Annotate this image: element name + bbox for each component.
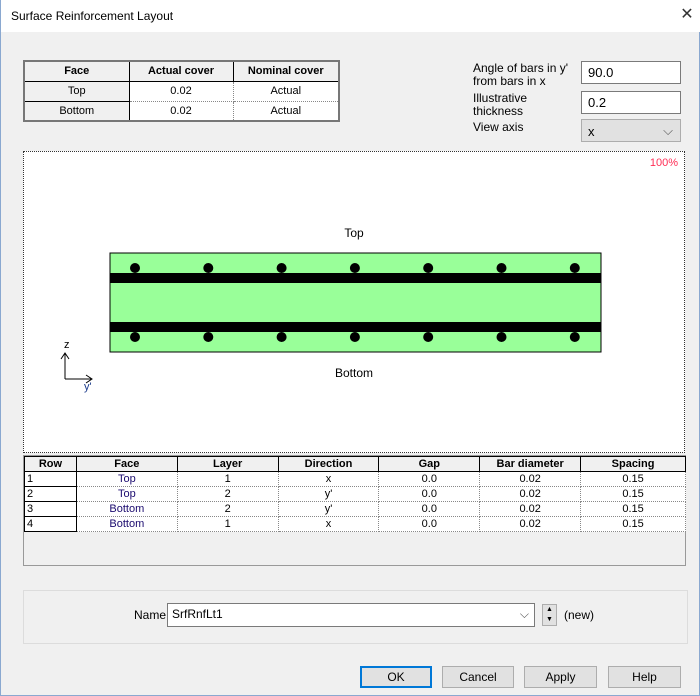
table-cell[interactable]: 0.15 [580,516,686,532]
reinforcement-bar-y [349,263,360,273]
row-number[interactable]: 2 [24,486,77,502]
reinforcement-bar-y [349,332,360,342]
name-spinner[interactable]: ▲ ▼ [542,604,557,626]
table-cell[interactable]: x [277,471,380,487]
reinforcement-bar-x-bottom [110,322,601,332]
table-cell[interactable]: Bottom [75,516,178,532]
table-cell[interactable]: 0.0 [378,501,481,517]
table-cell[interactable]: 0.15 [580,501,686,517]
table-cell[interactable]: 2 [176,501,279,517]
row-number[interactable]: 3 [24,501,77,517]
reinforcement-bar-y [423,263,434,273]
table-row[interactable]: 3 Bottom 2 y' 0.0 0.02 0.15 [24,501,686,517]
view-axis-label: View axis [473,120,524,134]
window-title: Surface Reinforcement Layout [11,9,174,23]
section-drawing: Top Bottom z y' [60,226,602,393]
reinforcement-bar-y [276,332,287,342]
col-header: Gap [378,456,481,472]
table-cell[interactable]: x [277,516,380,532]
angle-label: Angle of bars in y' from bars in x [473,61,569,88]
thickness-input[interactable]: 0.2 [581,91,681,114]
table-row[interactable]: 2 Top 2 y' 0.0 0.02 0.15 [24,486,686,502]
table-cell[interactable]: 0.02 [479,501,582,517]
table-cell[interactable]: 0.02 [479,516,582,532]
nominal-cover-cell[interactable]: Actual [232,100,340,122]
table-cell[interactable]: 1 [176,516,279,532]
ok-button[interactable]: OK [360,666,432,688]
table-cell[interactable]: Top [75,471,178,487]
reinforcement-bar-y [423,332,434,342]
name-label: Name [134,608,167,622]
reinforcement-bar-y [496,332,507,342]
chevron-down-icon: ⌵ [519,607,529,621]
spin-down-icon[interactable]: ▼ [543,615,556,625]
col-header: Bar diameter [479,456,582,472]
nominal-cover-cell[interactable]: Actual [232,80,340,102]
z-axis-label: z [64,339,70,351]
table-cell[interactable]: 0.02 [479,471,582,487]
cover-table: Face Actual cover Nominal cover Top 0.02 Act… [23,60,340,122]
table-cell[interactable]: 1 [176,471,279,487]
table-cell[interactable]: Top [75,486,178,502]
view-axis-value: x [588,124,595,139]
spin-up-icon[interactable]: ▲ [543,605,556,615]
close-icon[interactable]: ✕ [677,4,697,26]
reinforcement-bar-y [569,263,580,273]
table-cell[interactable]: 2 [176,486,279,502]
cancel-button[interactable]: Cancel [442,666,514,688]
col-header: Face [75,456,178,472]
thickness-label: Illustrative thickness [473,91,528,118]
reinforcement-bar-y [203,332,214,342]
angle-input[interactable]: 90.0 [581,61,681,84]
col-header: Row [24,456,77,472]
table-cell[interactable]: Bottom [75,501,178,517]
reinforcement-bar-y [130,332,140,342]
name-value: SrfRnfLt1 [172,607,223,621]
help-button[interactable]: Help [608,666,681,688]
col-header: Direction [277,456,380,472]
table-row[interactable]: 1 Top 1 x 0.0 0.02 0.15 [24,471,686,487]
table-cell[interactable]: 0.0 [378,486,481,502]
section-view: 100% Top Bottom z y' [23,151,685,453]
table-cell[interactable]: 0.0 [378,471,481,487]
table-cell[interactable]: 0.02 [479,486,582,502]
table-row[interactable]: 4 Bottom 1 x 0.0 0.02 0.15 [24,516,686,532]
col-header: Layer [176,456,279,472]
y-axis-label: y' [84,381,92,393]
bottom-label: Bottom [335,366,373,380]
reinforcement-bar-x-top [110,273,601,283]
table-cell[interactable]: y' [277,486,380,502]
name-status: (new) [564,608,595,622]
col-face: Face [23,60,130,82]
col-actual-cover: Actual cover [128,60,234,82]
col-nominal-cover: Nominal cover [232,60,340,82]
top-label: Top [344,226,364,240]
chevron-down-icon: ⌵ [663,123,673,138]
row-number[interactable]: 4 [24,516,77,532]
name-combobox[interactable]: SrfRnfLt1 ⌵ [167,603,535,627]
row-number[interactable]: 1 [24,471,77,487]
reinforcement-bar-y [130,263,140,273]
col-header: Spacing [580,456,686,472]
table-cell[interactable]: y' [277,501,380,517]
actual-cover-cell[interactable]: 0.02 [128,100,234,122]
face-cell: Bottom [23,100,130,122]
table-cell[interactable]: 0.15 [580,471,686,487]
layers-table: Row Face Layer Direction Gap Bar diameter Spac… [23,455,686,566]
face-cell: Top [23,80,130,102]
apply-button[interactable]: Apply [524,666,597,688]
reinforcement-bar-y [203,263,214,273]
table-cell[interactable]: 0.15 [580,486,686,502]
actual-cover-cell[interactable]: 0.02 [128,80,234,102]
view-axis-select[interactable]: x ⌵ [581,119,681,142]
reinforcement-bar-y [276,263,287,273]
table-cell[interactable]: 0.0 [378,516,481,532]
reinforcement-bar-y [569,332,580,342]
reinforcement-bar-y [496,263,507,273]
